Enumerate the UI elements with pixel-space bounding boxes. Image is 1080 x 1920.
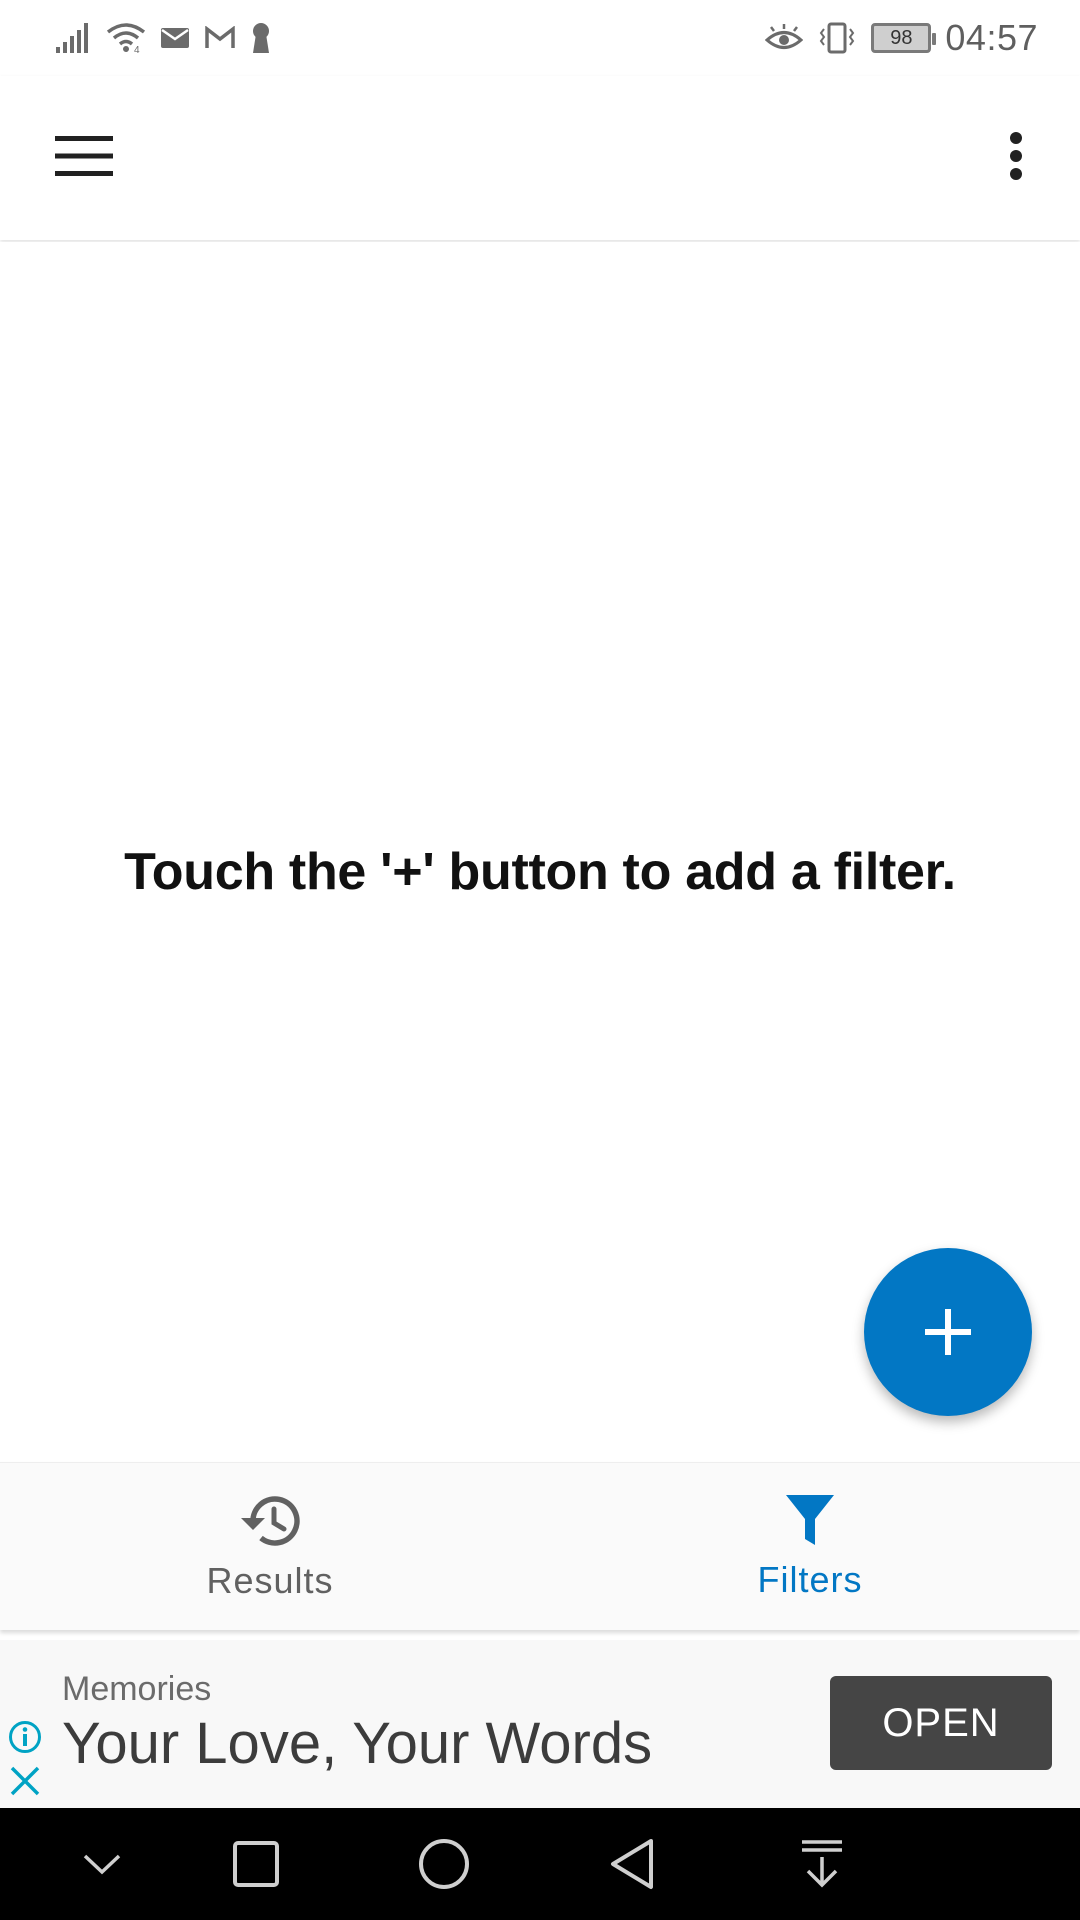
history-icon (241, 1496, 300, 1546)
battery-icon: 98 (871, 23, 937, 53)
signal-icon (56, 23, 88, 53)
nav-item-filters[interactable]: Filters (540, 1463, 1080, 1631)
status-left-icons: 4 (56, 18, 272, 58)
app-bar (0, 76, 1080, 240)
mail-icon (161, 28, 189, 48)
hamburger-menu-icon (55, 136, 113, 176)
recents-square-icon (233, 1841, 279, 1887)
collapse-down-icon (83, 1854, 121, 1875)
ad-close-icon[interactable] (8, 1764, 42, 1798)
bottom-navigation: Results Filters (0, 1462, 1080, 1630)
filters-content: Touch the '+' button to add a filter. (0, 242, 1080, 1462)
wifi-icon: 4 (106, 23, 146, 54)
vibrate-icon (820, 22, 855, 54)
back-button[interactable] (600, 1836, 664, 1892)
nav-item-results[interactable]: Results (0, 1463, 540, 1631)
battery-level: 98 (890, 26, 913, 49)
ad-headline: Your Love, Your Words (62, 1711, 653, 1776)
more-options-button[interactable] (992, 116, 1040, 196)
status-right-icons: 98 04:57 (765, 16, 1038, 60)
status-time: 04:57 (945, 17, 1038, 58)
home-circle-icon (419, 1839, 469, 1889)
notification-pull-icon (802, 1840, 842, 1888)
svg-text:4: 4 (134, 45, 140, 54)
collapse-down-button[interactable] (70, 1836, 134, 1892)
keyhole-icon (253, 23, 269, 53)
home-button[interactable] (412, 1836, 476, 1892)
menu-button[interactable] (40, 116, 128, 196)
ad-open-button[interactable]: OPEN (830, 1676, 1052, 1770)
recents-button[interactable] (224, 1836, 288, 1892)
notification-pull-button[interactable] (790, 1836, 854, 1892)
ad-info-icon[interactable] (8, 1720, 42, 1754)
gmail-icon (205, 26, 235, 48)
back-triangle-icon (611, 1839, 653, 1889)
filter-icon (786, 1495, 834, 1545)
status-bar: 4 98 04:57 (0, 0, 1080, 76)
eye-comfort-icon (765, 24, 804, 49)
more-vert-icon (1010, 132, 1022, 180)
nav-label-filters: Filters (757, 1559, 863, 1600)
plus-icon (925, 1309, 971, 1355)
ad-banner[interactable]: Memories Your Love, Your Words OPEN (0, 1640, 1080, 1808)
ad-source: Memories (62, 1670, 212, 1708)
system-navigation-bar (0, 1808, 1080, 1920)
add-filter-button[interactable] (864, 1248, 1032, 1416)
nav-label-results: Results (206, 1560, 334, 1601)
empty-state-message: Touch the '+' button to add a filter. (124, 843, 956, 901)
